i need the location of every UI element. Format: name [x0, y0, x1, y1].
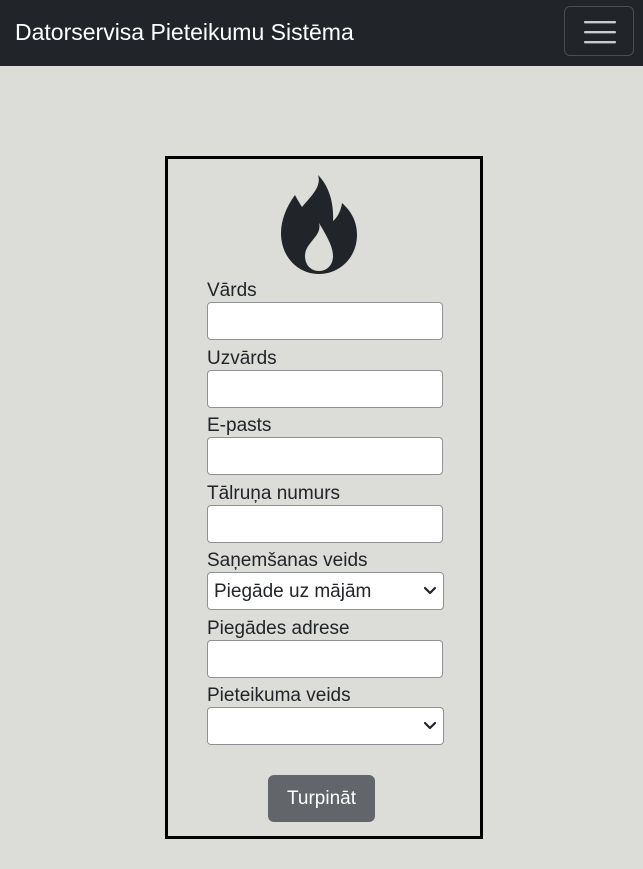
receive-method-label: Saņemšanas veids: [207, 550, 368, 571]
first-name-label: Vārds: [207, 280, 257, 301]
chevron-down-icon: [423, 721, 437, 730]
email-label: E-pasts: [207, 415, 272, 436]
navbar-toggle-button[interactable]: [564, 6, 634, 56]
phone-label: Tālruņa numurs: [207, 483, 341, 504]
delivery-address-input[interactable]: [207, 640, 443, 678]
continue-button[interactable]: Turpināt: [268, 775, 375, 822]
request-form: Vārds Uzvārds E-pasts Tālruņa numurs Saņ…: [165, 156, 483, 839]
fire-icon: [281, 175, 357, 274]
receive-method-select[interactable]: Piegāde uz mājām: [207, 572, 444, 610]
top-navbar: Datorservisa Pieteikumu Sistēma: [0, 0, 643, 66]
brand-title[interactable]: Datorservisa Pieteikumu Sistēma: [15, 17, 354, 47]
delivery-address-label: Piegādes adrese: [207, 618, 350, 639]
request-type-label: Pieteikuma veids: [207, 685, 351, 706]
receive-method-selected-value: Piegāde uz mājām: [214, 581, 372, 602]
last-name-label: Uzvārds: [207, 348, 277, 369]
last-name-input[interactable]: [207, 370, 443, 408]
request-type-select[interactable]: [207, 707, 444, 745]
phone-input[interactable]: [207, 505, 443, 543]
chevron-down-icon: [423, 586, 437, 595]
hamburger-icon: [584, 21, 616, 44]
first-name-input[interactable]: [207, 302, 443, 340]
email-input[interactable]: [207, 437, 443, 475]
